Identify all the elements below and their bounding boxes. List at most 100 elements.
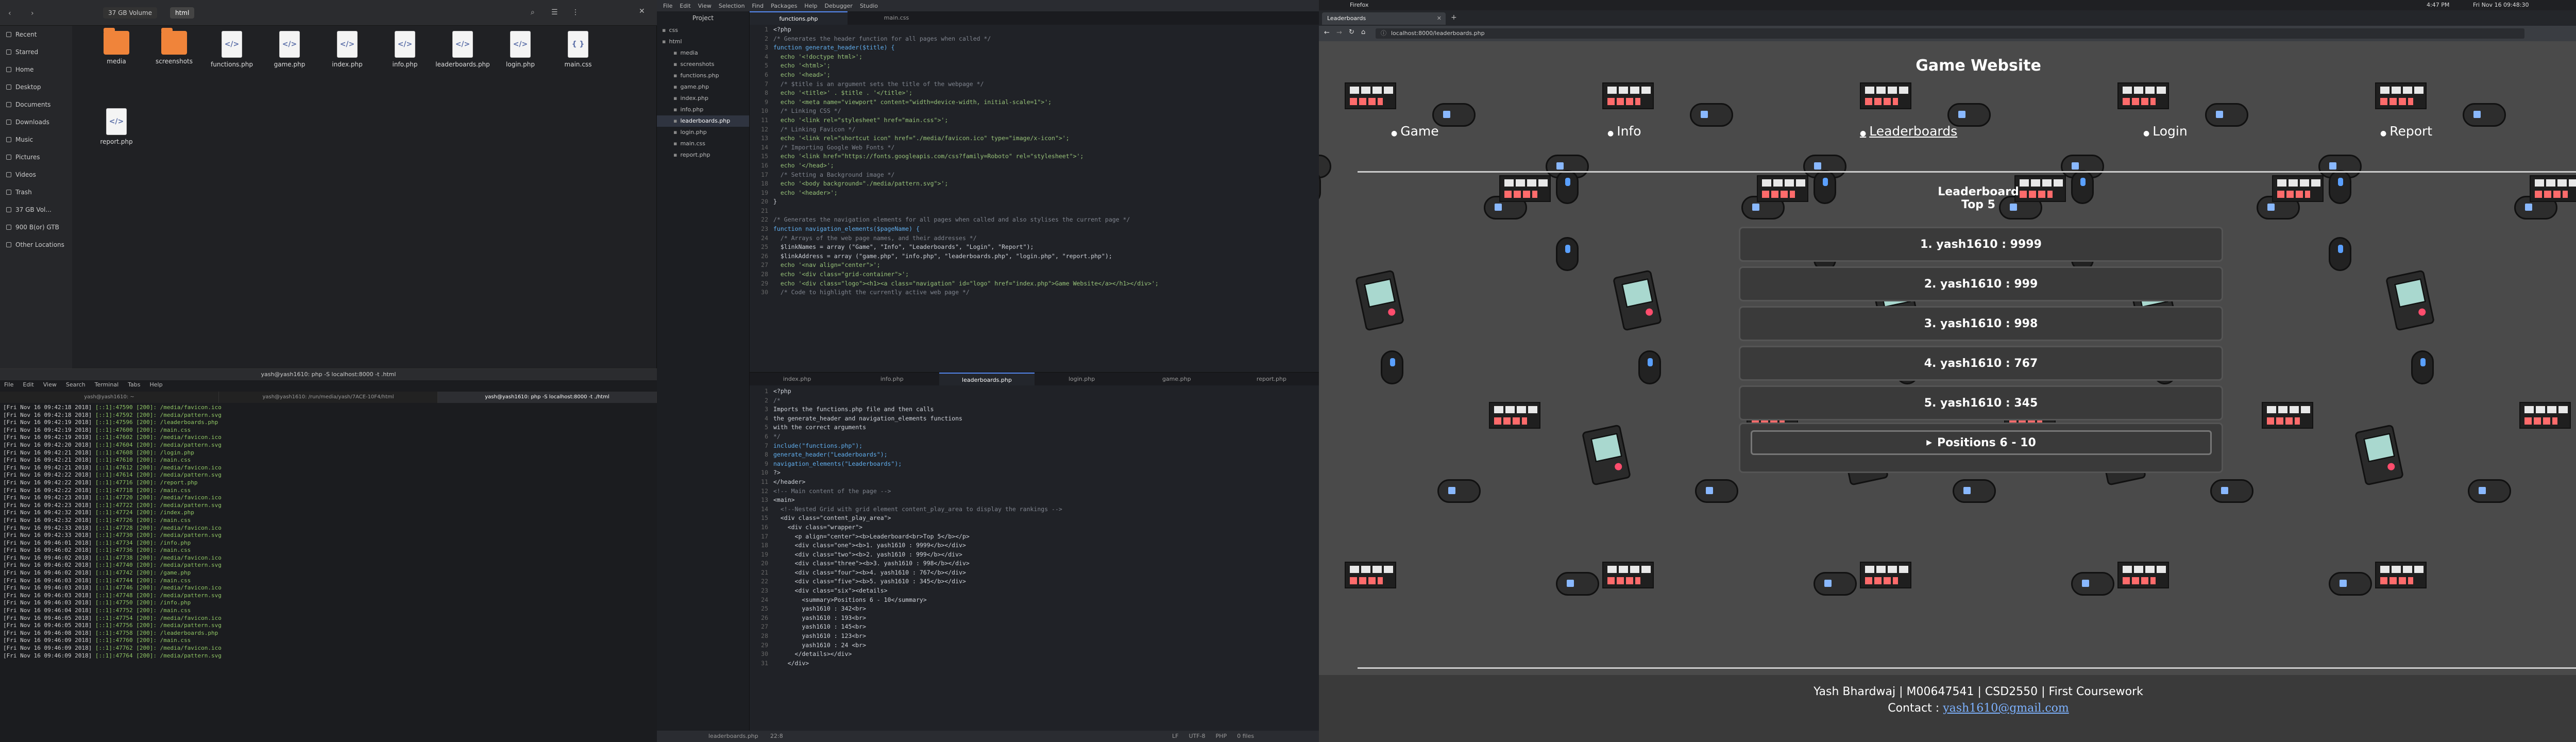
- editor-tab[interactable]: index.php: [750, 373, 844, 385]
- file-item[interactable]: screenshots: [145, 28, 203, 108]
- nav-item-info[interactable]: ● Info: [1607, 124, 1641, 139]
- tree-item[interactable]: ▪ screenshots: [657, 59, 749, 70]
- code-text: <div class="content_play_area">: [773, 514, 891, 522]
- editor-menu-item[interactable]: Packages: [771, 3, 797, 9]
- clock-date[interactable]: Fri Nov 16 09:48:30: [2473, 0, 2529, 10]
- tree-item[interactable]: ▪ functions.php: [657, 70, 749, 81]
- log-line: [Fri Nov 16 09:46:02 2018] [::1]:47738 […: [3, 554, 652, 562]
- sidebar-item-0[interactable]: Recent: [0, 26, 72, 43]
- editor-tab[interactable]: game.php: [1129, 373, 1224, 385]
- status-item[interactable]: LF: [1172, 731, 1178, 742]
- sidebar-item-4[interactable]: Documents: [0, 96, 72, 113]
- sidebar-item-3[interactable]: Desktop: [0, 78, 72, 96]
- editor-bottom-pane[interactable]: 1 <?php 2 /* 3 Imports the functions.php file…: [750, 387, 1319, 730]
- editor-menu-item[interactable]: Studio: [860, 3, 878, 9]
- sidebar-item-5[interactable]: Downloads: [0, 113, 72, 131]
- close-icon[interactable]: ✕: [639, 7, 645, 15]
- menu-icon[interactable]: ⋮: [572, 8, 579, 16]
- back-icon[interactable]: ‹: [8, 9, 11, 18]
- tree-item[interactable]: ▪ game.php: [657, 81, 749, 93]
- file-item[interactable]: </> login.php: [492, 31, 549, 108]
- tree-item[interactable]: ▪ index.php: [657, 93, 749, 104]
- sidebar-item-9[interactable]: Trash: [0, 183, 72, 201]
- editor-tab[interactable]: functions.php: [750, 11, 848, 25]
- file-item[interactable]: </> index.php: [318, 31, 376, 108]
- editor-menu-item[interactable]: Debugger: [825, 3, 853, 9]
- terminal-menu-item[interactable]: Tabs: [128, 381, 140, 391]
- tree-item[interactable]: ▪ info.php: [657, 104, 749, 115]
- terminal-tab[interactable]: yash@yash1610: ~: [0, 392, 219, 403]
- sidebar-item-7[interactable]: Pictures: [0, 148, 72, 166]
- terminal-menu-item[interactable]: Search: [66, 381, 86, 391]
- terminal-menu-item[interactable]: File: [4, 381, 13, 391]
- site-title[interactable]: Game Website: [1319, 57, 2576, 75]
- tab-close-icon[interactable]: ✕: [1437, 12, 1442, 25]
- tree-item[interactable]: ▪ login.php: [657, 127, 749, 138]
- terminal-menu-item[interactable]: Edit: [23, 381, 33, 391]
- tree-item[interactable]: ▪ html: [657, 36, 749, 47]
- nav-item-report[interactable]: ● Report: [2380, 124, 2432, 139]
- editor-menu-item[interactable]: File: [663, 3, 672, 9]
- editor-menu-item[interactable]: Help: [804, 3, 817, 9]
- terminal-menu-item[interactable]: View: [43, 381, 57, 391]
- file-item[interactable]: </> report.php: [88, 108, 145, 185]
- tree-item[interactable]: ▪ css: [657, 25, 749, 36]
- status-item[interactable]: PHP: [1216, 731, 1227, 742]
- search-icon[interactable]: ⌕: [531, 8, 535, 16]
- terminal-tab[interactable]: yash@yash1610: php -S localhost:8000 -t …: [438, 392, 657, 403]
- contact-email-link[interactable]: yash1610@gmail.com: [1943, 702, 2069, 715]
- code-line: 17 /* Setting a Background image */: [750, 171, 1319, 180]
- tree-item[interactable]: ▪ media: [657, 47, 749, 59]
- status-file[interactable]: leaderboards.php: [708, 731, 758, 742]
- nav-item-leaderboards[interactable]: ● Leaderboards: [1860, 124, 1957, 139]
- editor-menu-item[interactable]: Selection: [719, 3, 745, 9]
- tree-item[interactable]: ▪ leaderboards.php: [657, 115, 749, 127]
- code-line: 4 the generate_header and navigation_elem…: [750, 415, 1319, 424]
- editor-menu-item[interactable]: View: [698, 3, 711, 9]
- back-arrow-icon[interactable]: ←: [1324, 29, 1330, 37]
- terminal-menu-item[interactable]: Help: [150, 381, 163, 391]
- tree-item[interactable]: ▪ main.css: [657, 138, 749, 149]
- new-tab-icon[interactable]: +: [1451, 13, 1457, 22]
- file-item[interactable]: </> functions.php: [203, 31, 261, 108]
- home-icon[interactable]: ⌂: [1361, 28, 1365, 36]
- sidebar-item-12[interactable]: Other Locations: [0, 236, 72, 254]
- editor-tab[interactable]: leaderboards.php: [939, 373, 1035, 385]
- file-item[interactable]: </> game.php: [261, 31, 318, 108]
- positions-summary[interactable]: ▶ Positions 6 - 10: [1751, 430, 2212, 455]
- terminal-menu-item[interactable]: Terminal: [95, 381, 119, 391]
- url-bar[interactable]: ⓘ localhost:8000/leaderboards.php: [1376, 28, 2524, 39]
- status-cursor[interactable]: 22:8: [770, 731, 783, 742]
- forward-icon[interactable]: ›: [31, 9, 34, 18]
- sidebar-item-11[interactable]: 900 B(or) GTB: [0, 218, 72, 236]
- editor-tab[interactable]: info.php: [844, 373, 939, 385]
- sidebar-item-2[interactable]: Home: [0, 61, 72, 78]
- file-item[interactable]: </> leaderboards.php: [434, 31, 492, 108]
- editor-tab[interactable]: report.php: [1224, 373, 1319, 385]
- file-item[interactable]: media: [88, 28, 145, 108]
- browser-tab-leaderboards[interactable]: Leaderboards ✕: [1322, 12, 1446, 25]
- path-folder-button[interactable]: html: [170, 7, 195, 19]
- code-line: 14 /* Importing Google Web Fonts */: [750, 144, 1319, 153]
- status-item[interactable]: UTF-8: [1189, 731, 1205, 742]
- editor-tab[interactable]: login.php: [1035, 373, 1129, 385]
- status-item[interactable]: 0 files: [1237, 731, 1254, 742]
- editor-menu-item[interactable]: Find: [752, 3, 764, 9]
- editor-tab[interactable]: main.css: [848, 11, 945, 25]
- view-list-icon[interactable]: ☰: [551, 8, 558, 16]
- file-item[interactable]: { } main.css: [549, 31, 607, 108]
- path-volume-button[interactable]: 37 GB Volume: [103, 7, 158, 19]
- sidebar-item-1[interactable]: Starred: [0, 43, 72, 61]
- reload-icon[interactable]: ↻: [1349, 28, 1354, 36]
- sidebar-item-10[interactable]: 37 GB Vol...: [0, 201, 72, 218]
- terminal-tab[interactable]: yash@yash1610: /run/media/yash/7ACE-10F4…: [219, 392, 438, 403]
- tree-item[interactable]: ▪ report.php: [657, 149, 749, 161]
- editor-menu-item[interactable]: Edit: [680, 3, 690, 9]
- sidebar-item-8[interactable]: Videos: [0, 166, 72, 183]
- forward-arrow-icon[interactable]: →: [1336, 29, 1342, 37]
- nav-item-game[interactable]: ● Game: [1391, 124, 1439, 139]
- sidebar-item-6[interactable]: Music: [0, 131, 72, 148]
- editor-top-pane[interactable]: 1 <?php 2 /* Generates the header function …: [750, 26, 1319, 368]
- file-item[interactable]: </> info.php: [376, 31, 434, 108]
- nav-item-login[interactable]: ● Login: [2143, 124, 2188, 139]
